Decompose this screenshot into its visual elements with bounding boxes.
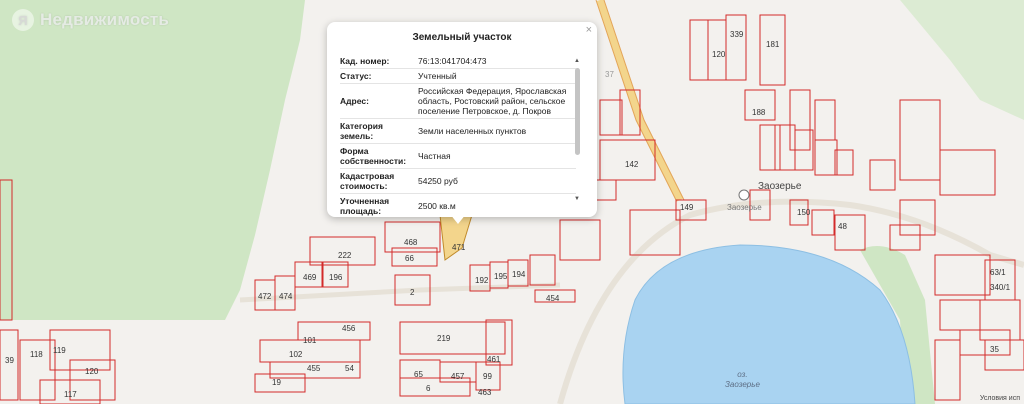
popup-title: Земельный участок: [412, 32, 512, 43]
map-canvas[interactable]: Я Недвижимость Заозерье Заозерье оз. Зао…: [0, 0, 1024, 404]
property-value: Частная: [418, 151, 451, 161]
parcel-label: 181: [766, 40, 780, 49]
parcel-label: 118: [30, 350, 43, 359]
lake-name: Заозерье: [725, 380, 760, 389]
property-row: Кадастровая стоимость: 54250 руб: [340, 169, 576, 194]
property-key: Кадастровая стоимость:: [340, 171, 395, 191]
parcel-label: 39: [5, 356, 14, 365]
parcel-label: 456: [342, 324, 356, 333]
parcel-label: 455: [307, 364, 321, 373]
parcel-label: 2: [410, 288, 415, 297]
parcel-label: 35: [990, 345, 999, 354]
parcel-label: 66: [405, 254, 414, 263]
yandex-logo-icon: Я: [12, 9, 34, 31]
property-key: Уточненная площадь:: [340, 196, 390, 216]
property-value: Учтенный: [418, 71, 457, 81]
parcel-label: 6: [426, 384, 431, 393]
parcel-label: 194: [512, 270, 526, 279]
property-value: Земли населенных пунктов: [418, 126, 527, 136]
village-label: Заозерье: [758, 181, 802, 192]
property-key: Категория земель:: [340, 121, 383, 141]
brand-logo[interactable]: Я Недвижимость: [12, 9, 169, 31]
parcel-label: 196: [329, 273, 343, 282]
parcel-label: 457: [451, 372, 465, 381]
parcel-label: 102: [289, 350, 303, 359]
parcel-label: 19: [272, 378, 281, 387]
forest-area: [0, 0, 305, 320]
parcel-label: 192: [475, 276, 489, 285]
scroll-up-icon[interactable]: ▲: [574, 58, 580, 64]
parcel-label: 474: [279, 292, 293, 301]
popup-pointer: [450, 214, 466, 224]
parcel-label: 188: [752, 108, 766, 117]
parcel-label: 339: [730, 30, 744, 39]
village-marker-icon[interactable]: [738, 189, 750, 201]
parcel-label: 54: [345, 364, 354, 373]
property-key: Кад. номер:: [340, 56, 390, 66]
popup-scrollbar[interactable]: [575, 68, 580, 155]
parcel-label: 468: [404, 238, 418, 247]
parcel-label: 63/1: [990, 268, 1006, 277]
parcel-label: 150: [797, 208, 811, 217]
parcel-label: 37: [605, 70, 614, 79]
property-row: Форма собственности: Частная: [340, 144, 576, 169]
parcel-label: 461: [487, 355, 501, 364]
parcel-label: 454: [546, 294, 560, 303]
property-value: 2500 кв.м: [418, 201, 456, 211]
property-value: 54250 руб: [418, 176, 458, 186]
parcel-label: 340/1: [990, 283, 1011, 292]
property-row: Статус: Учтенный: [340, 69, 576, 84]
parcel-label: 471: [452, 243, 466, 252]
lake-label: оз. Заозерье: [725, 370, 760, 390]
village-label-small: Заозерье: [727, 203, 762, 212]
parcel-label: 65: [414, 370, 423, 379]
brand-name: Недвижимость: [40, 10, 170, 29]
parcel-label: 101: [303, 336, 317, 345]
close-icon[interactable]: ×: [586, 24, 592, 36]
parcel-label: 219: [437, 334, 451, 343]
parcel-label: 195: [494, 272, 508, 281]
parcel-label: 463: [478, 388, 492, 397]
parcel-label: 142: [625, 160, 639, 169]
scroll-down-icon[interactable]: ▼: [574, 196, 580, 202]
property-key: Форма собственности:: [340, 146, 407, 166]
property-key: Адрес:: [340, 96, 369, 106]
parcel-label: 48: [838, 222, 847, 231]
property-row: Кад. номер: 76:13:041704:473: [340, 54, 576, 69]
parcel-label: 99: [483, 372, 492, 381]
parcel-label: 117: [64, 390, 77, 399]
parcel-label: 119: [53, 346, 66, 355]
property-value: Российская Федерация, Ярославская област…: [418, 86, 567, 116]
parcel-label: 222: [338, 251, 352, 260]
property-key: Статус:: [340, 71, 372, 81]
parcel-info-popup: Земельный участок × Кад. номер: 76:13:041…: [327, 22, 597, 217]
parcel-label: 120: [85, 367, 99, 376]
forest-area-right: [900, 0, 1024, 120]
terms-link[interactable]: Условия исп: [980, 395, 1020, 402]
property-row: Адрес: Российская Федерация, Ярославская …: [340, 84, 576, 119]
parcel-label: 472: [258, 292, 272, 301]
parcel-properties: Кад. номер: 76:13:041704:473 Статус: Учтен…: [340, 54, 576, 218]
parcel-label: 120: [712, 50, 726, 59]
parcel-label: 149: [680, 203, 694, 212]
property-row: Категория земель: Земли населенных пункто…: [340, 119, 576, 144]
property-value: 76:13:041704:473: [418, 56, 487, 66]
parcel-label: 469: [303, 273, 317, 282]
lake-prefix: оз.: [737, 370, 748, 379]
